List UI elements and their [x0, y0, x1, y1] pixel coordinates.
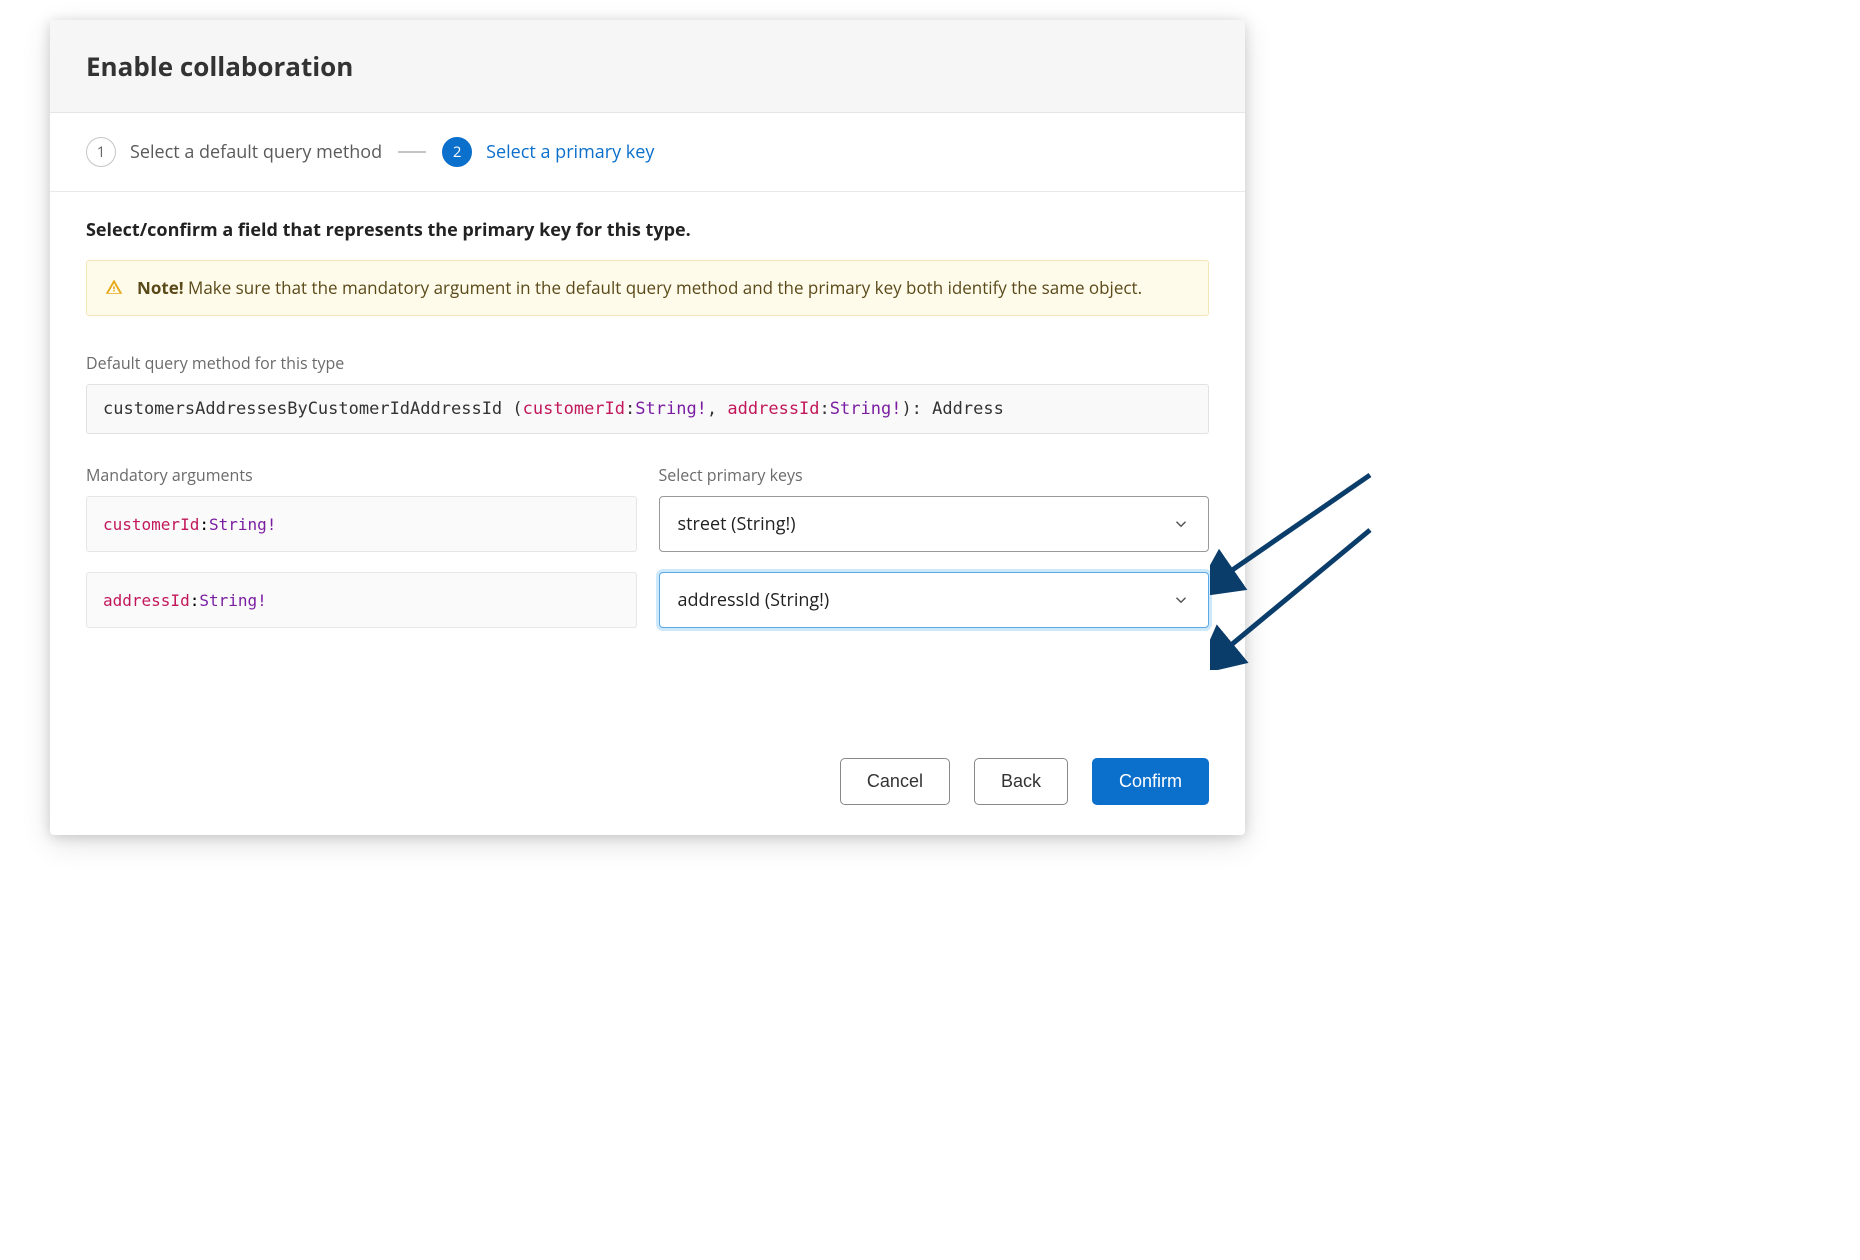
mandatory-arg-1: customerId:String! — [86, 496, 637, 552]
step-divider — [398, 151, 426, 153]
query-arg2-type: String! — [830, 399, 902, 419]
query-arg1-type: String! — [635, 399, 707, 419]
step-2[interactable]: 2 Select a primary key — [442, 137, 654, 167]
step-2-number: 2 — [442, 137, 472, 167]
enable-collaboration-dialog: Enable collaboration 1 Select a default … — [50, 20, 1245, 835]
arg2-name: addressId — [103, 591, 190, 610]
chevron-down-icon — [1172, 515, 1190, 533]
step-1[interactable]: 1 Select a default query method — [86, 137, 382, 167]
mandatory-args-label: Mandatory arguments — [86, 464, 637, 486]
dialog-title: Enable collaboration — [86, 48, 1209, 84]
default-query-method: customersAddressesByCustomerIdAddressId … — [86, 384, 1209, 434]
note-prefix: Note! — [137, 276, 184, 299]
arg1-name: customerId — [103, 515, 199, 534]
chevron-down-icon — [1172, 591, 1190, 609]
dialog-footer: Cancel Back Confirm — [50, 678, 1245, 835]
note-text: Note! Make sure that the mandatory argum… — [137, 275, 1142, 301]
step-1-label: Select a default query method — [130, 140, 382, 164]
default-query-label: Default query method for this type — [86, 352, 1209, 374]
cancel-button[interactable]: Cancel — [840, 758, 950, 805]
primary-key-2-value: addressId (String!) — [678, 588, 830, 612]
back-button[interactable]: Back — [974, 758, 1068, 805]
step-1-number: 1 — [86, 137, 116, 167]
primary-key-select-1[interactable]: street (String!) — [659, 496, 1210, 552]
instruction-text: Select/confirm a field that represents t… — [86, 218, 1209, 242]
confirm-button[interactable]: Confirm — [1092, 758, 1209, 805]
mandatory-arg-2: addressId:String! — [86, 572, 637, 628]
note-body: Make sure that the mandatory argument in… — [184, 276, 1142, 299]
primary-key-select-2[interactable]: addressId (String!) — [659, 572, 1210, 628]
query-method-name: customersAddressesByCustomerIdAddressId — [103, 399, 502, 419]
step-indicator: 1 Select a default query method 2 Select… — [50, 113, 1245, 192]
dialog-header: Enable collaboration — [50, 20, 1245, 113]
query-arg1-name: customerId — [523, 399, 625, 419]
step-2-label: Select a primary key — [486, 140, 654, 164]
arg2-type: String! — [199, 591, 266, 610]
query-arg2-name: addressId — [727, 399, 819, 419]
note-box: Note! Make sure that the mandatory argum… — [86, 260, 1209, 316]
primary-keys-label: Select primary keys — [659, 464, 1210, 486]
warning-icon — [105, 278, 123, 301]
primary-key-1-value: street (String!) — [678, 512, 796, 536]
dialog-body: Select/confirm a field that represents t… — [50, 192, 1245, 678]
arg1-type: String! — [209, 515, 276, 534]
query-return-type: Address — [932, 399, 1004, 419]
